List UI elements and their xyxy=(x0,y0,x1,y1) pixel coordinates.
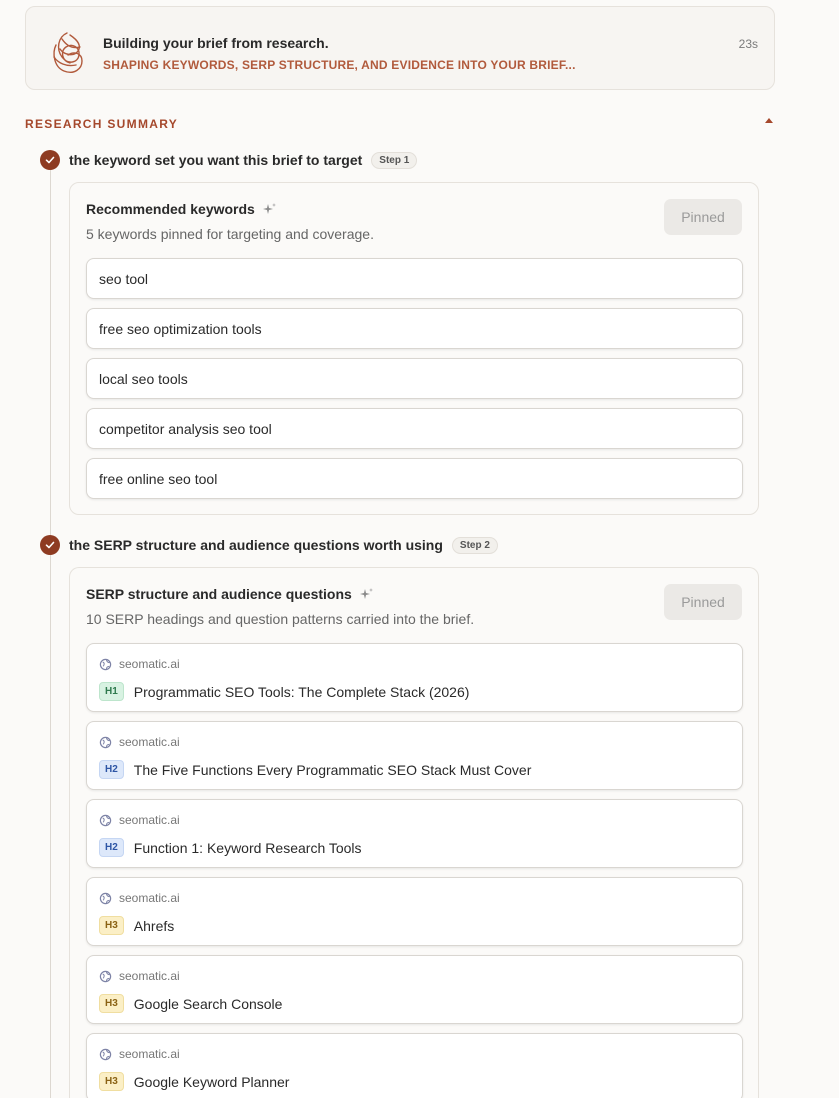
serp-item[interactable]: seomatic.ai H1 Programmatic SEO Tools: T… xyxy=(86,643,743,712)
serp-item[interactable]: seomatic.ai H3 Ahrefs xyxy=(86,877,743,946)
serp-heading: H3 Google Search Console xyxy=(99,994,282,1013)
panel-description: 5 keywords pinned for targeting and cove… xyxy=(86,226,374,242)
heading-text: Ahrefs xyxy=(133,917,175,934)
serp-item[interactable]: seomatic.ai H2 The Five Functions Every … xyxy=(86,721,743,790)
heading-level-badge: H3 xyxy=(99,1072,124,1091)
globe-icon xyxy=(99,892,112,904)
heading-text: The Five Functions Every Programmatic SE… xyxy=(133,761,532,778)
step-title: the keyword set you want this brief to t… xyxy=(69,152,363,168)
heading-text: Google Search Console xyxy=(133,995,283,1012)
scribble-logo-icon xyxy=(53,32,83,73)
keyword-item[interactable]: free seo optimization tools xyxy=(86,308,743,349)
keyword-item[interactable]: local seo tools xyxy=(86,358,743,399)
panel-description: 10 SERP headings and question patterns c… xyxy=(86,611,475,627)
step-badge: Step 2 xyxy=(451,536,498,554)
heading-text: Programmatic SEO Tools: The Complete Sta… xyxy=(133,683,470,700)
serp-source: seomatic.ai xyxy=(99,657,180,671)
source-domain: seomatic.ai xyxy=(119,969,180,983)
step-2-row: the SERP structure and audience question… xyxy=(40,534,498,556)
step-1-row: the keyword set you want this brief to t… xyxy=(40,149,418,171)
serp-heading: H2 The Five Functions Every Programmatic… xyxy=(99,760,531,779)
serp-item[interactable]: seomatic.ai H3 Google Keyword Planner xyxy=(86,1033,743,1098)
status-title: Building your brief from research. xyxy=(103,35,329,51)
heading-level-badge: H2 xyxy=(99,838,124,857)
step-badge: Step 1 xyxy=(371,151,418,169)
timeline-line xyxy=(50,555,51,1098)
globe-icon xyxy=(99,736,112,748)
serp-heading: H1 Programmatic SEO Tools: The Complete … xyxy=(99,682,469,701)
elapsed-time: 23s xyxy=(738,37,758,51)
keyword-item[interactable]: free online seo tool xyxy=(86,458,743,499)
section-label: RESEARCH SUMMARY xyxy=(25,117,179,131)
panel-title: Recommended keywords xyxy=(86,201,277,217)
heading-text: Function 1: Keyword Research Tools xyxy=(133,839,362,856)
serp-item[interactable]: seomatic.ai H2 Function 1: Keyword Resea… xyxy=(86,799,743,868)
heading-level-badge: H3 xyxy=(99,994,124,1013)
serp-source: seomatic.ai xyxy=(99,969,180,983)
serp-heading: H3 Ahrefs xyxy=(99,916,174,935)
serp-source: seomatic.ai xyxy=(99,735,180,749)
globe-icon xyxy=(99,658,112,670)
step-title: the SERP structure and audience question… xyxy=(69,537,443,553)
status-subtitle: SHAPING KEYWORDS, SERP STRUCTURE, AND EV… xyxy=(103,58,576,72)
keyword-item[interactable]: seo tool xyxy=(86,258,743,299)
status-card: Building your brief from research. SHAPI… xyxy=(25,6,775,90)
globe-icon xyxy=(99,1048,112,1060)
source-domain: seomatic.ai xyxy=(119,813,180,827)
globe-icon xyxy=(99,814,112,826)
sparkle-icon xyxy=(359,588,373,599)
source-domain: seomatic.ai xyxy=(119,657,180,671)
source-domain: seomatic.ai xyxy=(119,891,180,905)
heading-level-badge: H3 xyxy=(99,916,124,935)
serp-source: seomatic.ai xyxy=(99,891,180,905)
heading-level-badge: H1 xyxy=(99,682,124,701)
globe-icon xyxy=(99,970,112,982)
pinned-button[interactable]: Pinned xyxy=(664,199,742,235)
pinned-button[interactable]: Pinned xyxy=(664,584,742,620)
panel-title-text: SERP structure and audience questions xyxy=(86,586,352,602)
panel-title: SERP structure and audience questions xyxy=(86,586,374,602)
serp-source: seomatic.ai xyxy=(99,1047,180,1061)
serp-heading: H3 Google Keyword Planner xyxy=(99,1072,289,1091)
check-circle-icon xyxy=(40,535,60,555)
keywords-panel: Recommended keywords 5 keywords pinned f… xyxy=(69,182,759,515)
panel-title-text: Recommended keywords xyxy=(86,201,255,217)
heading-level-badge: H2 xyxy=(99,760,124,779)
serp-heading: H2 Function 1: Keyword Research Tools xyxy=(99,838,362,857)
serp-item[interactable]: seomatic.ai H3 Google Search Console xyxy=(86,955,743,1024)
serp-panel: SERP structure and audience questions 10… xyxy=(69,567,759,1098)
chevron-up-icon[interactable] xyxy=(765,118,773,123)
source-domain: seomatic.ai xyxy=(119,735,180,749)
check-circle-icon xyxy=(40,150,60,170)
research-summary-header[interactable]: RESEARCH SUMMARY xyxy=(25,115,775,131)
sparkle-icon xyxy=(262,203,276,214)
timeline-line xyxy=(50,170,51,535)
keyword-item[interactable]: competitor analysis seo tool xyxy=(86,408,743,449)
source-domain: seomatic.ai xyxy=(119,1047,180,1061)
serp-source: seomatic.ai xyxy=(99,813,180,827)
heading-text: Google Keyword Planner xyxy=(133,1073,290,1090)
